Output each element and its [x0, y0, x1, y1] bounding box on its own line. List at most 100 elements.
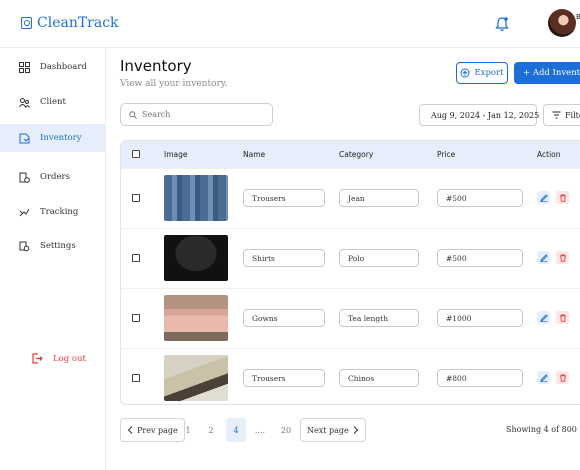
row-checkbox[interactable]: [132, 314, 140, 322]
search-icon: [129, 110, 137, 119]
prev-page-label: Prev page: [137, 425, 178, 435]
date-range-picker[interactable]: Aug 9, 2024 - Jan 12, 2025: [419, 104, 540, 126]
user-avatar[interactable]: [548, 9, 576, 37]
export-icon: [460, 68, 470, 78]
name-value: Trousers: [252, 373, 286, 383]
sidebar-item-orders[interactable]: Orders: [0, 163, 106, 191]
filter-icon: [552, 111, 561, 119]
edit-button[interactable]: [537, 371, 550, 384]
category-value: Tea length: [348, 313, 389, 323]
sidebar-item-inventory[interactable]: Inventory: [0, 124, 106, 152]
name-field[interactable]: Gowns: [243, 309, 325, 327]
add-inventory-button[interactable]: + Add Inventory: [514, 62, 580, 84]
table-row: Shirts Polo #500: [121, 228, 580, 288]
pagination: Prev page 1 2 4 .... 20 Next page Showin…: [120, 418, 580, 442]
sidebar-item-label: Settings: [40, 241, 76, 251]
pencil-icon: [539, 253, 548, 262]
chevron-right-icon: [353, 426, 358, 434]
settings-icon: [19, 241, 30, 251]
date-range-value: Aug 9, 2024 - Jan 12, 2025: [431, 110, 540, 120]
product-image: [164, 175, 228, 221]
sidebar-item-dashboard[interactable]: Dashboard: [0, 53, 106, 81]
column-header-action: Action: [537, 150, 561, 159]
price-field[interactable]: #500: [437, 249, 523, 267]
name-value: Gowns: [252, 313, 278, 323]
delete-button[interactable]: [556, 251, 569, 264]
sidebar-item-settings[interactable]: Settings: [0, 232, 106, 260]
price-value: #500: [446, 193, 467, 203]
product-image: [164, 235, 228, 281]
name-field[interactable]: Shirts: [243, 249, 325, 267]
name-field[interactable]: Trousers: [243, 189, 325, 207]
trash-icon: [559, 373, 566, 382]
price-value: #500: [446, 253, 467, 263]
column-header-name: Name: [243, 150, 266, 159]
top-bar: CleanTrack B: [0, 0, 580, 48]
page-subtitle: View all your inventory.: [120, 79, 228, 89]
search-box[interactable]: [120, 103, 273, 126]
product-image: [164, 355, 228, 401]
trash-icon: [559, 193, 566, 202]
name-field[interactable]: Trousers: [243, 369, 325, 387]
select-all-checkbox[interactable]: [132, 150, 140, 158]
delete-button[interactable]: [556, 371, 569, 384]
row-checkbox[interactable]: [132, 194, 140, 202]
table-row: Gowns Tea length #1000: [121, 288, 580, 348]
pencil-icon: [539, 373, 548, 382]
category-field[interactable]: Jean: [339, 189, 419, 207]
search-input[interactable]: [142, 110, 262, 119]
category-field[interactable]: Polo: [339, 249, 419, 267]
filter-label: Filter: [565, 110, 580, 120]
row-checkbox[interactable]: [132, 254, 140, 262]
price-value: #1000: [446, 313, 472, 323]
page-4[interactable]: 4: [226, 418, 246, 442]
column-header-category: Category: [339, 150, 374, 159]
client-icon: [19, 97, 30, 108]
sidebar-item-label: Client: [40, 97, 66, 107]
app-logo[interactable]: CleanTrack: [21, 15, 119, 31]
price-field[interactable]: #800: [437, 369, 523, 387]
table-header: Image Name Category Price Action: [121, 141, 580, 168]
notification-bell-icon[interactable]: [495, 16, 509, 32]
edit-button[interactable]: [537, 191, 550, 204]
sidebar-item-label: Orders: [40, 172, 70, 182]
filter-button[interactable]: Filter: [543, 104, 580, 126]
page-2[interactable]: 2: [201, 418, 221, 442]
table-row: Trousers Chinos #800: [121, 348, 580, 404]
category-value: Chinos: [348, 373, 375, 383]
export-button[interactable]: Export: [456, 62, 508, 84]
pencil-icon: [539, 193, 548, 202]
edit-button[interactable]: [537, 311, 550, 324]
dashboard-icon: [19, 61, 30, 73]
category-value: Jean: [348, 193, 365, 203]
user-name: B: [576, 13, 580, 21]
delete-button[interactable]: [556, 311, 569, 324]
inventory-icon: [19, 133, 30, 143]
price-field[interactable]: #1000: [437, 309, 523, 327]
tracking-icon: [19, 208, 30, 216]
product-image: [164, 295, 228, 341]
category-field[interactable]: Tea length: [339, 309, 419, 327]
edit-button[interactable]: [537, 251, 550, 264]
sidebar-item-label: Inventory: [40, 133, 82, 143]
logout-button[interactable]: Log out: [32, 353, 86, 364]
sidebar-item-label: Tracking: [40, 207, 79, 217]
page-20[interactable]: 20: [276, 418, 296, 442]
page-1[interactable]: 1: [178, 418, 198, 442]
row-checkbox[interactable]: [132, 374, 140, 382]
delete-button[interactable]: [556, 191, 569, 204]
prev-page-button[interactable]: Prev page: [120, 418, 185, 442]
pencil-icon: [539, 313, 548, 322]
column-header-price: Price: [437, 150, 456, 159]
sidebar-item-tracking[interactable]: Tracking: [0, 198, 106, 226]
trash-icon: [559, 253, 566, 262]
price-field[interactable]: #500: [437, 189, 523, 207]
chevron-left-icon: [127, 426, 133, 434]
next-page-label: Next page: [307, 425, 349, 435]
price-value: #800: [446, 373, 467, 383]
sidebar-item-client[interactable]: Client: [0, 88, 106, 116]
next-page-button[interactable]: Next page: [300, 418, 366, 442]
name-value: Trousers: [252, 193, 286, 203]
category-field[interactable]: Chinos: [339, 369, 419, 387]
table-row: Trousers Jean #500: [121, 168, 580, 228]
